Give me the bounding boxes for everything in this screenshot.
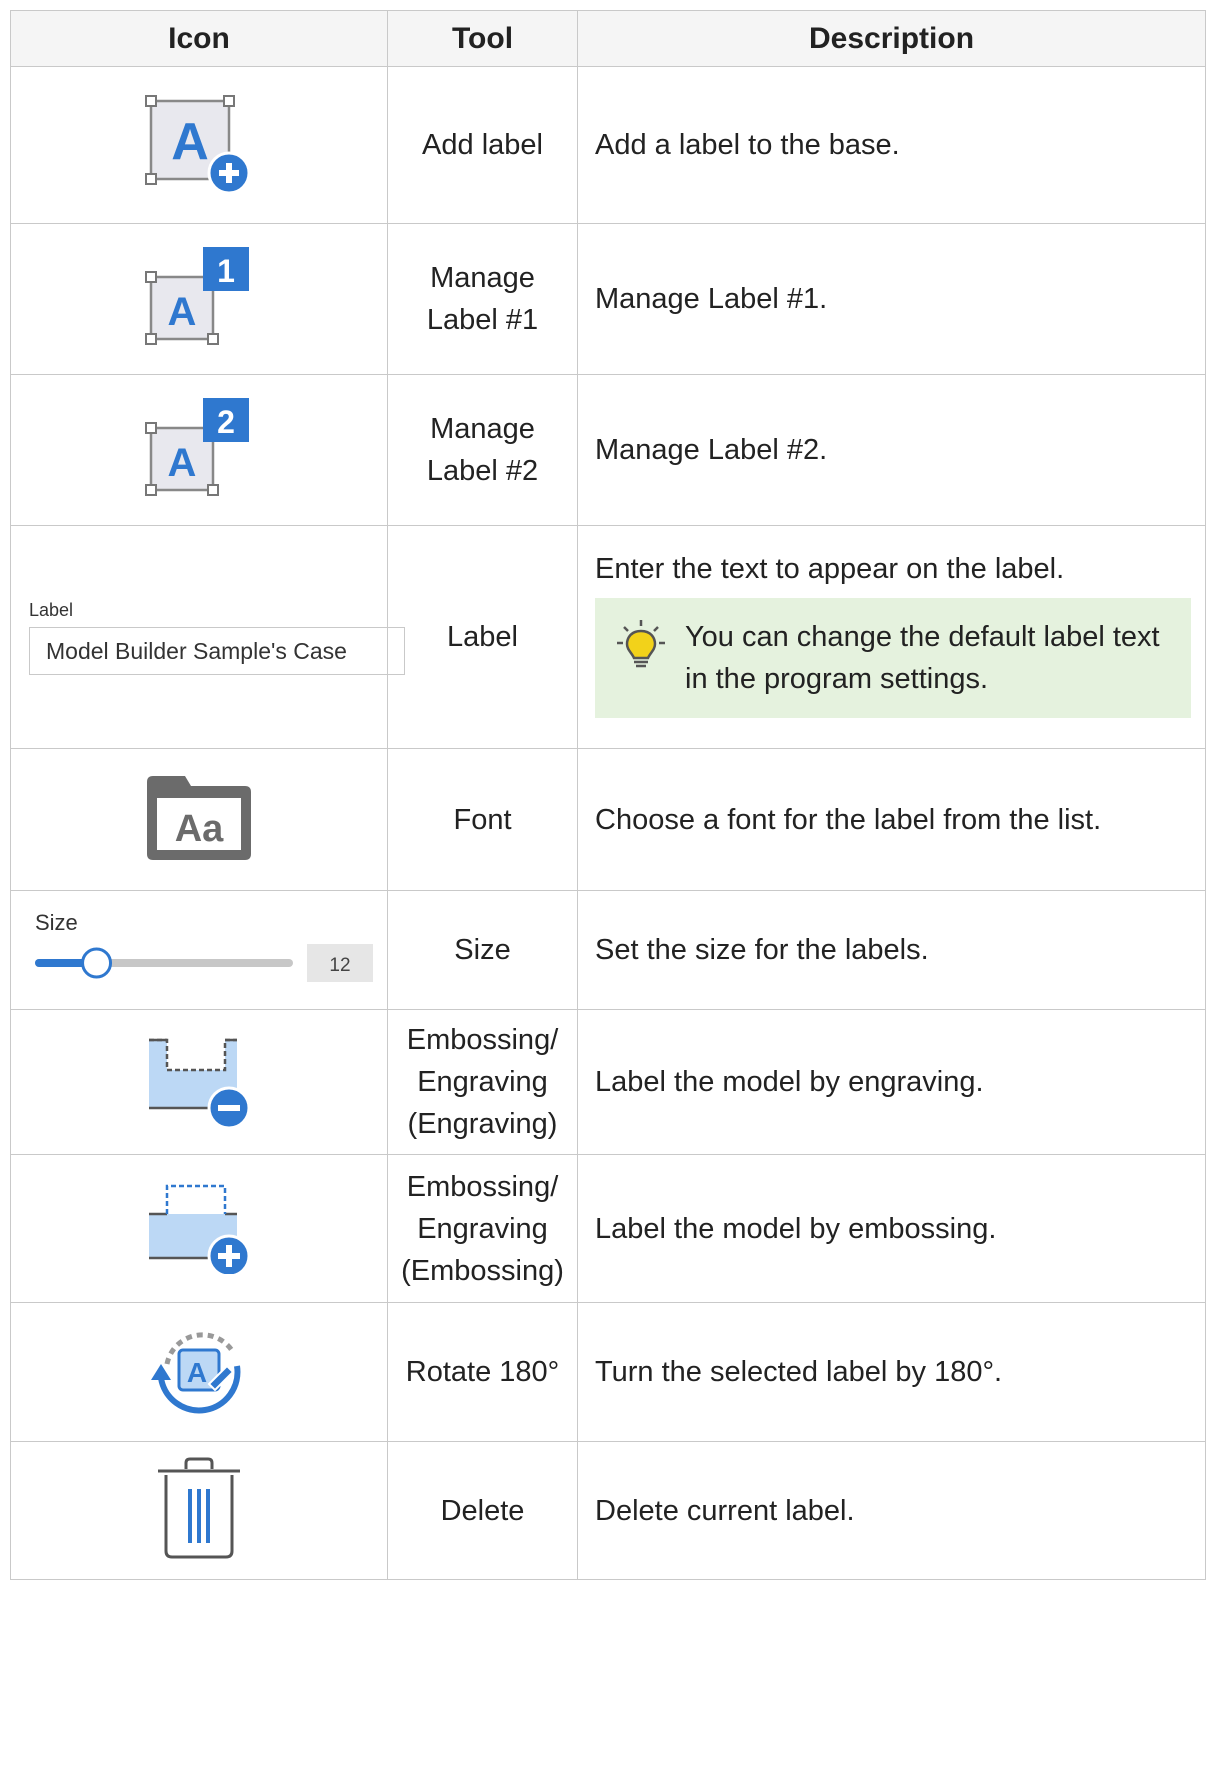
tool-name: Embossing/ Engraving (Engraving) (387, 1009, 578, 1155)
table-row: Embossing/ Engraving (Engraving) Label t… (10, 1009, 1206, 1155)
table-header-row: Icon Tool Description (10, 10, 1206, 67)
table-row: A 2 Manage Label #2 Manage Label #2. (10, 374, 1206, 526)
header-description: Description (577, 10, 1206, 67)
tool-name: Size (387, 890, 578, 1010)
tip-box: You can change the default label text in… (595, 598, 1191, 718)
label-widget: Label Model Builder Sample's Case (11, 599, 405, 675)
rotate-icon[interactable]: A (147, 1318, 251, 1422)
svg-text:A: A (171, 113, 209, 171)
tool-description-cell: Enter the text to appear on the label. Y… (577, 525, 1206, 749)
size-value: 12 (329, 955, 350, 976)
table-row: A Add label Add a label to the base. (10, 66, 1206, 224)
tool-description: Delete current label. (577, 1441, 1206, 1580)
add-label-icon[interactable]: A (143, 93, 255, 194)
trash-icon[interactable] (154, 1457, 244, 1559)
manage-label-2-icon[interactable]: A 2 (143, 396, 255, 500)
label-field-caption: Label (29, 599, 74, 620)
tool-description: Choose a font for the label from the lis… (577, 748, 1206, 891)
size-caption: Size (35, 909, 78, 935)
header-tool: Tool (387, 10, 578, 67)
table-row: Delete Delete current label. (10, 1441, 1206, 1580)
header-icon: Icon (10, 10, 388, 67)
engraving-icon[interactable] (143, 1032, 255, 1129)
tool-description: Set the size for the labels. (577, 890, 1206, 1010)
tool-name: Embossing/ Engraving (Embossing) (387, 1154, 578, 1303)
icon-cell: Size 12 (10, 890, 388, 1010)
tool-name: Add label (387, 66, 578, 224)
size-widget: Size 12 (11, 910, 387, 991)
tool-description: Enter the text to appear on the label. (595, 553, 1065, 585)
tool-name: Manage Label #2 (387, 374, 578, 526)
table-row: A Rotate 180° Turn the selected label by… (10, 1302, 1206, 1442)
icon-cell (10, 1441, 388, 1580)
svg-text:1: 1 (217, 253, 235, 289)
tool-name: Delete (387, 1441, 578, 1580)
tool-description: Manage Label #1. (577, 223, 1206, 375)
tip-text: You can change the default label text in… (685, 621, 1160, 695)
font-icon[interactable]: Aa (145, 774, 253, 860)
table-row: A 1 Manage Label #1 Manage Label #1. (10, 223, 1206, 375)
icon-cell: A (10, 1302, 388, 1442)
icon-cell (10, 1009, 388, 1155)
svg-text:A: A (168, 290, 197, 334)
svg-text:2: 2 (217, 404, 235, 440)
icon-cell: A (10, 66, 388, 224)
manage-label-1-icon[interactable]: A 1 (143, 245, 255, 349)
tool-description: Label the model by embossing. (577, 1154, 1206, 1303)
svg-text:A: A (168, 441, 197, 485)
icon-cell: Label Model Builder Sample's Case (10, 525, 405, 749)
tool-description: Turn the selected label by 180°. (577, 1302, 1206, 1442)
lightbulb-icon (617, 620, 665, 668)
table-row: Embossing/ Engraving (Embossing) Label t… (10, 1154, 1206, 1303)
tool-name: Font (387, 748, 578, 891)
size-slider[interactable]: 12 (35, 940, 375, 986)
table-row: Size 12 Size Set the size for the labels… (10, 890, 1206, 1010)
svg-text:A: A (187, 1357, 207, 1388)
table-row: Label Model Builder Sample's Case Label … (10, 525, 1206, 749)
tool-description: Add a label to the base. (577, 66, 1206, 224)
tool-name: Rotate 180° (387, 1302, 578, 1442)
icon-cell: Aa (10, 748, 388, 891)
icon-cell: A 2 (10, 374, 388, 526)
tools-table: Icon Tool Description A Add label Add a … (10, 10, 1206, 1580)
embossing-icon[interactable] (143, 1178, 255, 1278)
svg-text:Aa: Aa (175, 808, 224, 850)
tool-description: Manage Label #2. (577, 374, 1206, 526)
tool-name: Label (387, 525, 578, 749)
icon-cell (10, 1154, 388, 1303)
tool-name: Manage Label #1 (387, 223, 578, 375)
label-text-field[interactable]: Model Builder Sample's Case (29, 626, 405, 675)
icon-cell: A 1 (10, 223, 388, 375)
table-row: Aa Font Choose a font for the label from… (10, 748, 1206, 891)
tool-description: Label the model by engraving. (577, 1009, 1206, 1155)
